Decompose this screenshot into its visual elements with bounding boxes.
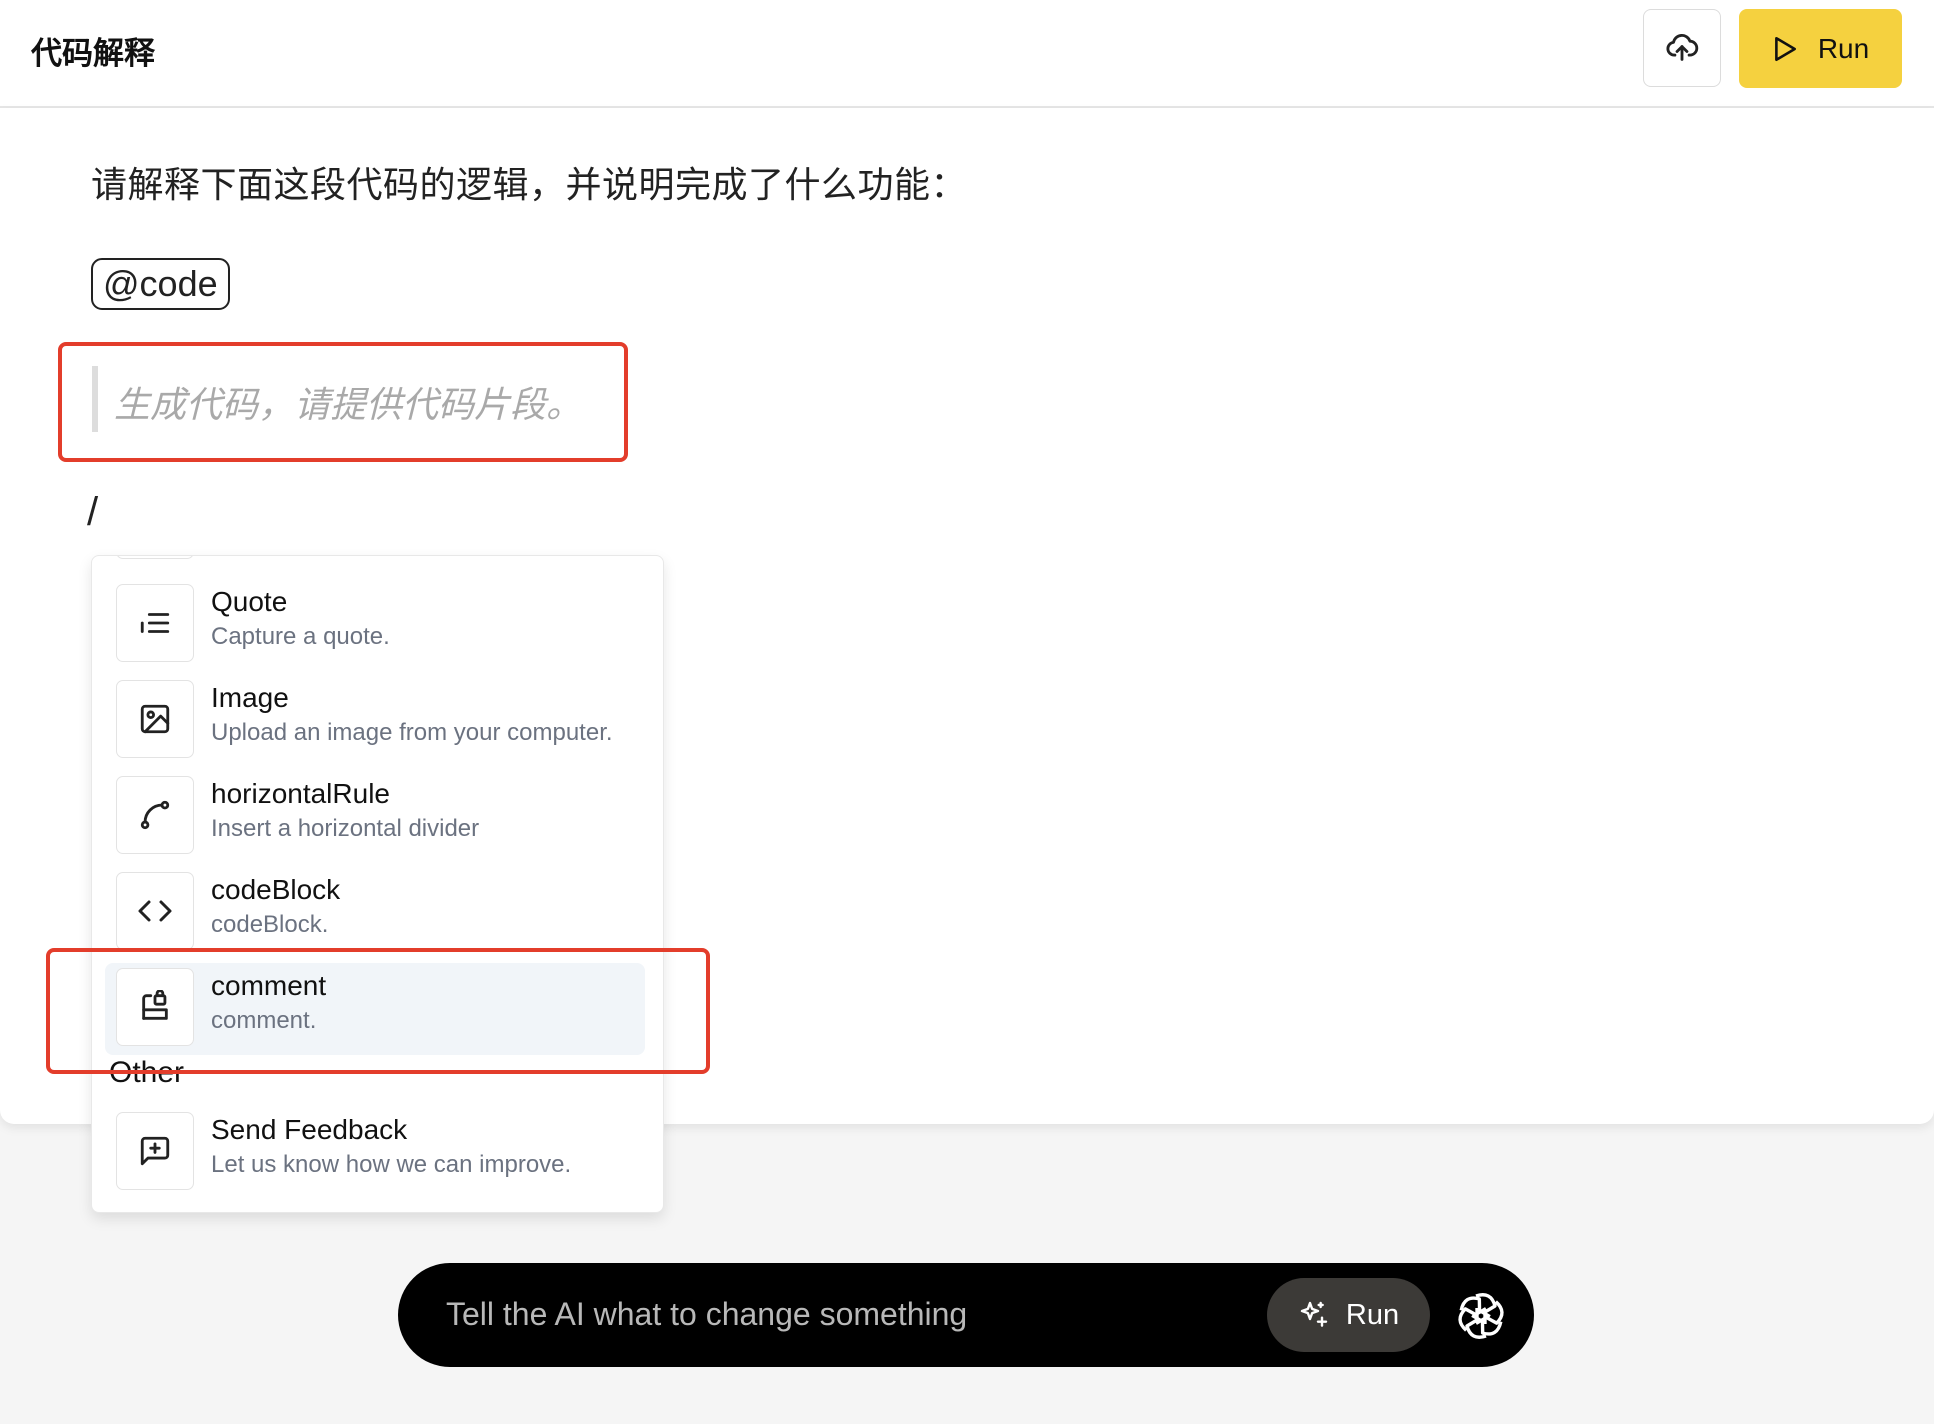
- menu-item-desc: Capture a quote.: [211, 623, 390, 650]
- menu-item-title: Image: [211, 682, 289, 713]
- menu-item-code-block[interactable]: codeBlock codeBlock.: [105, 867, 645, 959]
- ai-run-button[interactable]: Run: [1267, 1278, 1430, 1352]
- image-icon: [116, 680, 194, 758]
- code-icon: [116, 872, 194, 950]
- run-button-label: Run: [1817, 32, 1870, 64]
- menu-item-title: Quote: [211, 586, 288, 617]
- curve-icon: [116, 776, 194, 854]
- menu-item-desc: codeBlock.: [211, 911, 329, 938]
- menu-item-quote[interactable]: Quote Capture a quote.: [105, 579, 645, 671]
- menu-item-title: codeBlock: [211, 874, 341, 905]
- cloud-upload-icon: [1666, 33, 1699, 61]
- partial-icon: [116, 556, 194, 559]
- menu-item-desc: Insert a horizontal divider: [211, 815, 480, 842]
- menu-item-send-feedback[interactable]: Send Feedback Let us know how we can imp…: [105, 1107, 645, 1199]
- slash-command-text: /: [87, 490, 99, 534]
- run-button[interactable]: Run: [1739, 9, 1902, 88]
- quote-icon: [116, 584, 194, 662]
- highlight-box-placeholder: [58, 342, 628, 462]
- slash-command-menu: Quote Capture a quote. Image Upload an i…: [91, 555, 664, 1213]
- highlight-box-comment: [46, 948, 710, 1074]
- menu-item-image[interactable]: Image Upload an image from your computer…: [105, 675, 645, 767]
- menu-item-desc: Upload an image from your computer.: [211, 719, 613, 746]
- page-title: 代码解释: [31, 36, 155, 71]
- sparkle-icon: [1300, 1301, 1328, 1327]
- feedback-icon: [116, 1112, 194, 1190]
- prompt-text: 请解释下面这段代码的逻辑，并说明完成了什么功能：: [91, 164, 968, 205]
- ai-command-input[interactable]: Tell the AI what to change something: [446, 1296, 967, 1333]
- header-bar: 代码解释 Run: [0, 0, 1934, 108]
- menu-item-title: Send Feedback: [211, 1114, 408, 1145]
- ai-command-bar: Tell the AI what to change something Run: [398, 1263, 1534, 1367]
- menu-item-title: horizontalRule: [211, 778, 390, 809]
- ai-run-label: Run: [1345, 1298, 1400, 1331]
- menu-item-horizontal-rule[interactable]: horizontalRule Insert a horizontal divid…: [105, 771, 645, 863]
- menu-item-desc: Let us know how we can improve.: [211, 1151, 572, 1178]
- upload-button[interactable]: [1643, 9, 1721, 87]
- menu-item-partial[interactable]: [105, 556, 645, 568]
- play-icon: [1774, 36, 1796, 61]
- variable-chip[interactable]: @code: [91, 258, 230, 310]
- openai-logo: [1458, 1293, 1504, 1339]
